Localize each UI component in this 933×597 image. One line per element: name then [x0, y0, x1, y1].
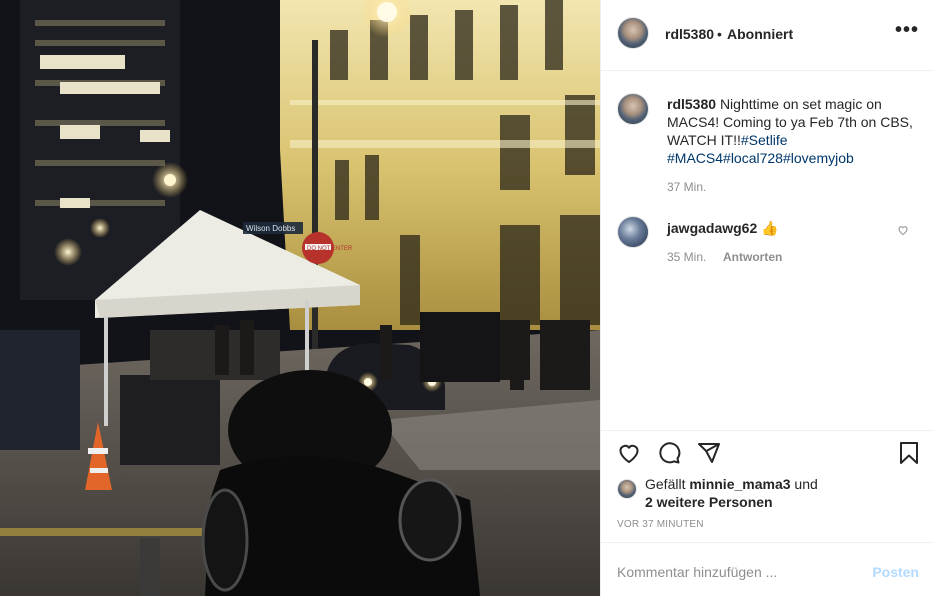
- commenter-avatar[interactable]: [617, 216, 649, 248]
- post-comment-button[interactable]: Posten: [872, 564, 919, 580]
- post-timestamp[interactable]: VOR 37 MINUTEN: [617, 519, 704, 530]
- likes-line-1: Gefällt minnie_mama3 und: [645, 475, 818, 493]
- likes-and: und: [794, 476, 818, 492]
- add-comment-bar: Kommentar hinzufügen ... Posten: [601, 542, 933, 597]
- night-film-set-scene: Wilson Dobbs DO NOT ENTER: [0, 0, 600, 596]
- post-modal: Wilson Dobbs DO NOT ENTER rdl5380 • Abon…: [0, 0, 933, 596]
- follow-status-button[interactable]: Abonniert: [727, 26, 793, 42]
- hashtag-link[interactable]: #lovemyjob: [783, 150, 854, 166]
- share-icon[interactable]: [697, 441, 721, 465]
- likes-prefix: Gefällt: [645, 476, 686, 492]
- thumbs-up-emoji: 👍: [761, 220, 779, 236]
- hashtag-link[interactable]: #Setlife: [741, 132, 788, 148]
- comment-like-heart-icon[interactable]: [897, 224, 909, 236]
- stop-sign-text: DO NOT ENTER: [307, 246, 353, 252]
- liker-username[interactable]: minnie_mama3: [689, 476, 790, 492]
- street-sign-text: Wilson Dobbs: [246, 224, 295, 233]
- hashtag-link[interactable]: #local728: [723, 150, 783, 166]
- post-header: rdl5380 • Abonniert •••: [601, 0, 933, 71]
- post-photo[interactable]: Wilson Dobbs DO NOT ENTER: [0, 0, 600, 596]
- author-username[interactable]: rdl5380: [665, 26, 714, 42]
- caption-author-avatar[interactable]: [617, 93, 649, 125]
- post-sidebar: rdl5380 • Abonniert ••• rdl5380 Nighttim…: [600, 0, 933, 596]
- comment-icon[interactable]: [657, 441, 681, 465]
- comment-text: jawgadawg62 👍: [667, 220, 779, 237]
- author-avatar[interactable]: [617, 17, 649, 49]
- likes-others-link[interactable]: 2 weitere Personen: [645, 493, 773, 511]
- hashtag-link[interactable]: #MACS4: [667, 150, 723, 166]
- comment-time[interactable]: 35 Min.: [667, 250, 706, 264]
- caption-time[interactable]: 37 Min.: [667, 180, 706, 194]
- caption-username[interactable]: rdl5380: [667, 96, 716, 112]
- bookmark-icon[interactable]: [897, 441, 921, 465]
- caption-text: rdl5380 Nighttime on set magic on MACS4!…: [667, 95, 922, 167]
- comment-input[interactable]: Kommentar hinzufügen ...: [617, 564, 777, 580]
- action-bar: [601, 430, 933, 471]
- heart-icon[interactable]: [617, 441, 641, 465]
- liker-avatar[interactable]: [617, 479, 637, 499]
- header-separator: •: [717, 26, 722, 42]
- commenter-username[interactable]: jawgadawg62: [667, 220, 757, 236]
- more-options-icon[interactable]: •••: [895, 20, 919, 40]
- reply-button[interactable]: Antworten: [723, 250, 782, 264]
